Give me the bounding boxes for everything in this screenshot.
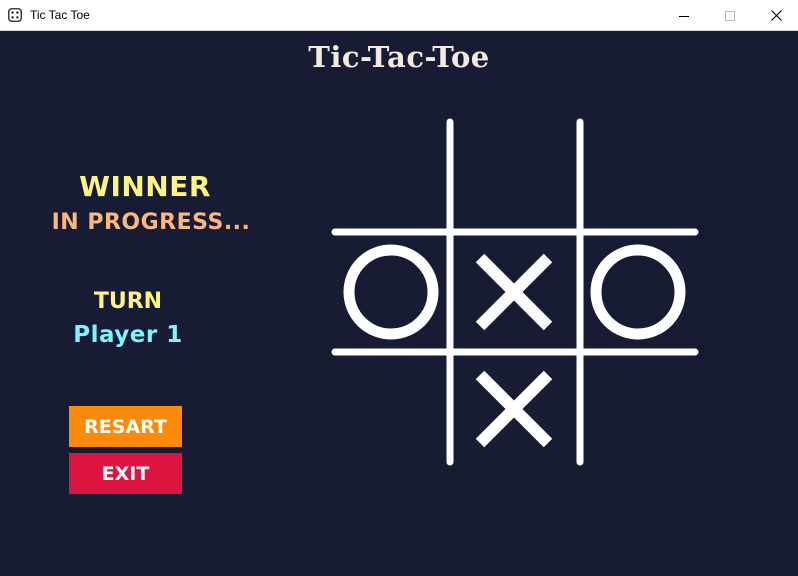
board-cell-0-2[interactable] xyxy=(581,121,695,233)
board-cell-2-2[interactable] xyxy=(581,353,695,465)
game-board xyxy=(331,118,699,466)
board-cell-2-0[interactable] xyxy=(334,353,448,465)
board-cells xyxy=(334,121,695,465)
board-cell-0-1[interactable] xyxy=(457,121,571,233)
board-cell-0-0[interactable] xyxy=(334,121,448,233)
